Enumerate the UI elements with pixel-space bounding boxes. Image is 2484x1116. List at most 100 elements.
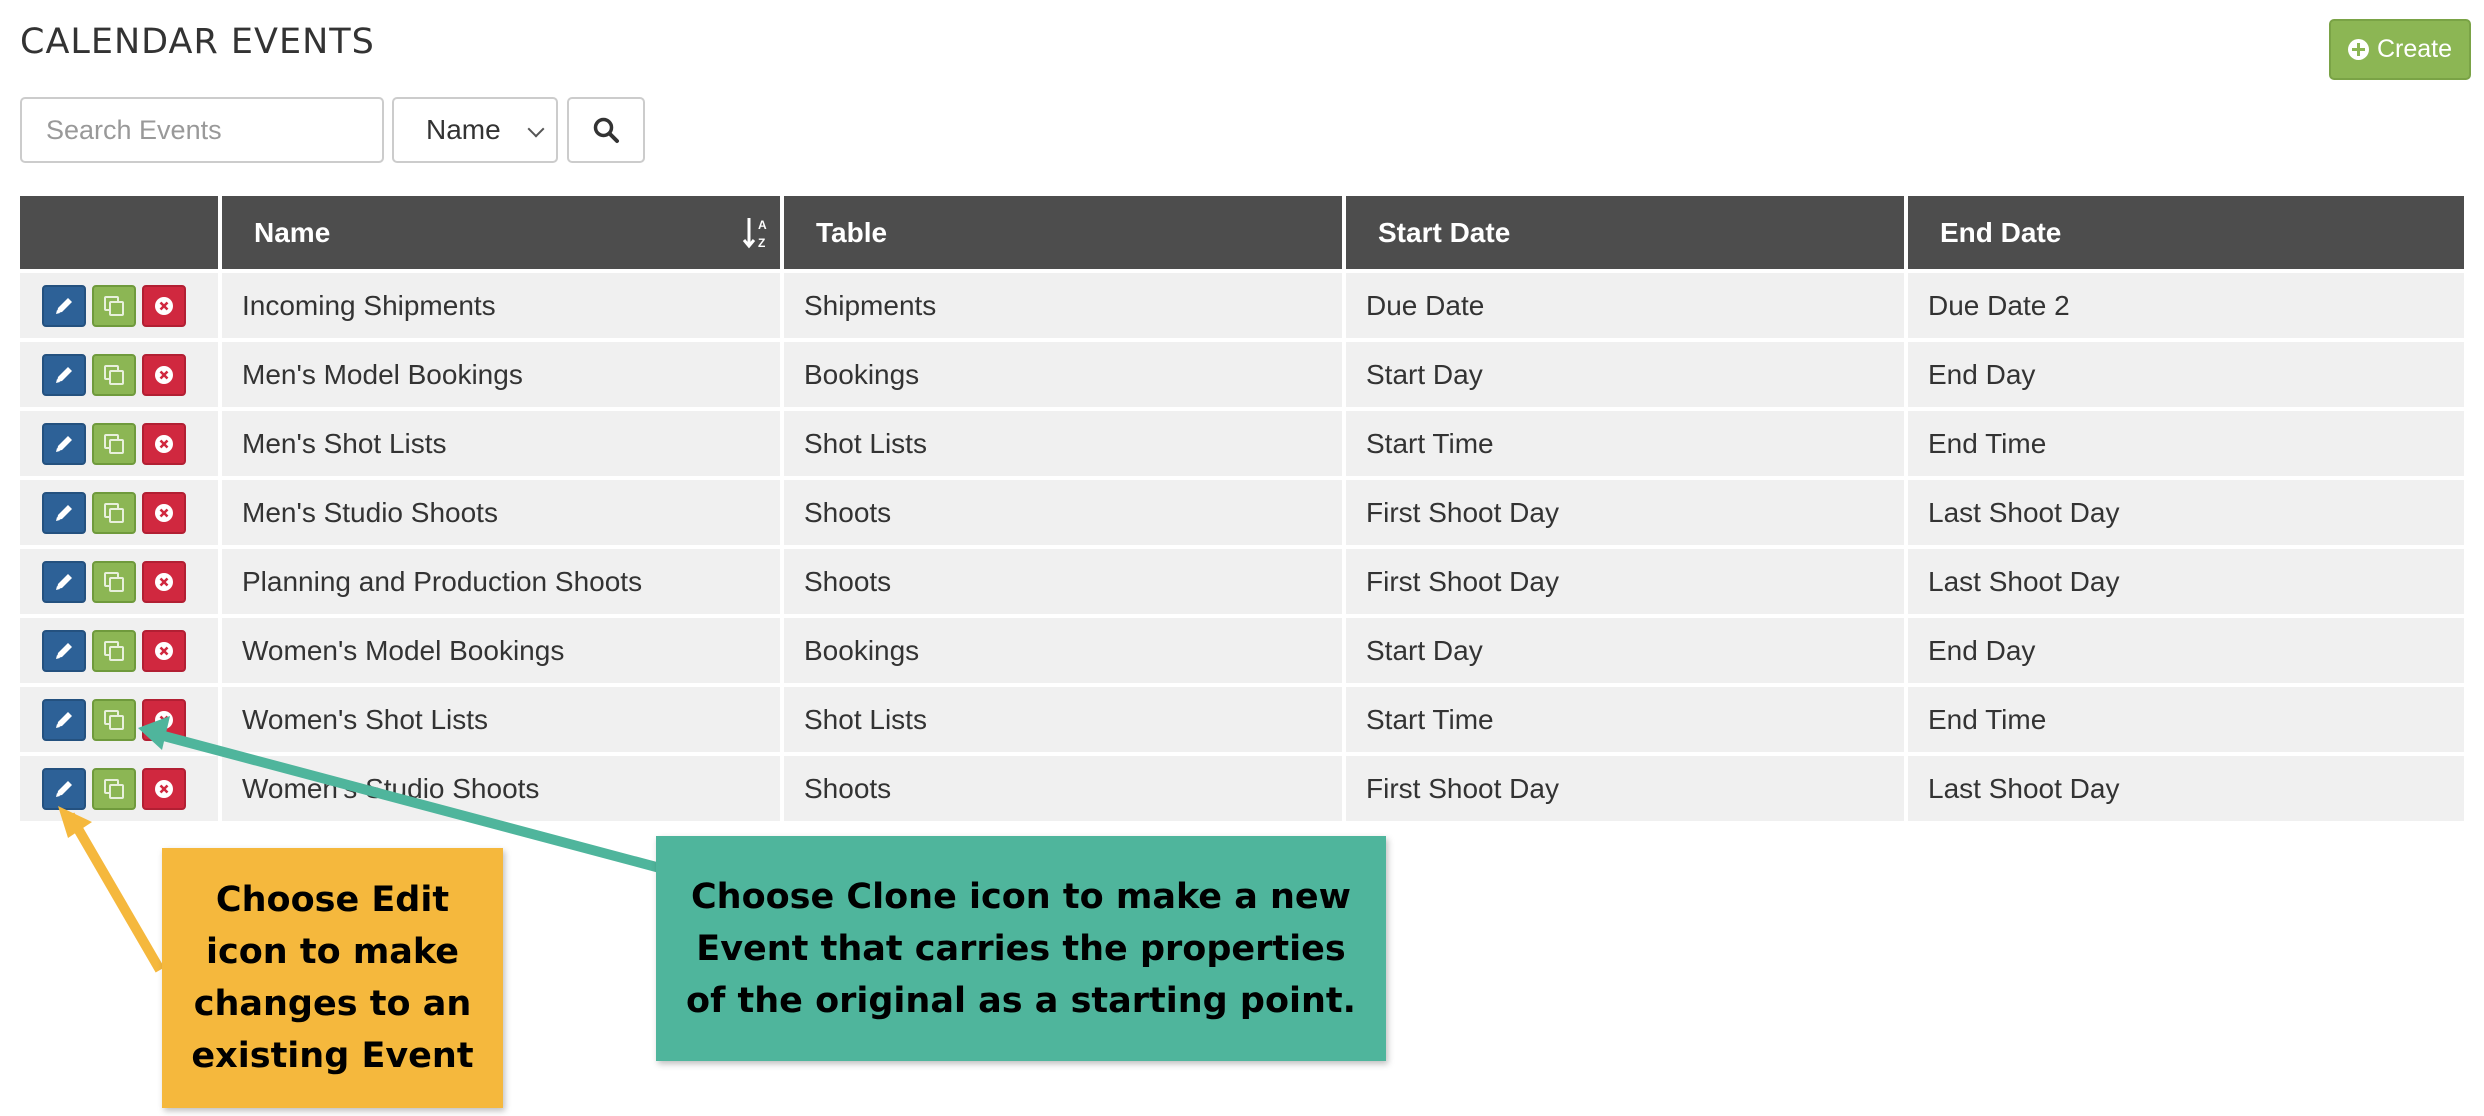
edit-button[interactable]	[42, 767, 86, 810]
edit-button[interactable]	[42, 284, 86, 327]
edit-button[interactable]	[42, 560, 86, 603]
delete-button[interactable]	[142, 767, 186, 810]
events-table: Name A Z Table Start Date End Date Incom…	[16, 192, 2468, 825]
clone-button[interactable]	[92, 422, 136, 465]
clone-icon	[104, 778, 124, 799]
create-button-label: Create	[2376, 35, 2453, 63]
create-button[interactable]: Create	[2329, 19, 2471, 80]
table-row: Planning and Production Shoots Shoots Firs…	[20, 549, 2464, 614]
cell-end-date: End Day	[1908, 618, 2464, 683]
cell-table: Shoots	[784, 549, 1342, 614]
column-header-label: Name	[254, 216, 331, 248]
delete-icon	[155, 779, 173, 798]
cell-start-date: First Shoot Day	[1346, 480, 1904, 545]
search-button[interactable]	[567, 97, 645, 163]
cell-name: Planning and Production Shoots	[222, 549, 780, 614]
edit-button[interactable]	[42, 629, 86, 672]
table-row: Women's Model Bookings Bookings Start Day E…	[20, 618, 2464, 683]
delete-button[interactable]	[142, 560, 186, 603]
cell-table: Bookings	[784, 618, 1342, 683]
clone-icon	[104, 502, 124, 523]
search-input[interactable]	[20, 97, 384, 163]
search-icon	[593, 117, 619, 143]
cell-end-date: End Time	[1908, 687, 2464, 752]
clone-button[interactable]	[92, 629, 136, 672]
cell-start-date: Due Date	[1346, 273, 1904, 338]
pencil-icon	[56, 573, 72, 590]
chevron-down-icon	[527, 120, 545, 138]
cell-start-date: First Shoot Day	[1346, 756, 1904, 821]
clone-icon	[104, 571, 124, 592]
cell-end-date: Last Shoot Day	[1908, 549, 2464, 614]
clone-button[interactable]	[92, 353, 136, 396]
column-header-start-date[interactable]: Start Date	[1346, 196, 1904, 269]
clone-button[interactable]	[92, 698, 136, 741]
row-actions	[20, 618, 218, 683]
row-actions	[20, 342, 218, 407]
delete-icon	[155, 503, 173, 522]
delete-button[interactable]	[142, 422, 186, 465]
cell-table: Shot Lists	[784, 411, 1342, 476]
column-header-table[interactable]: Table	[784, 196, 1342, 269]
delete-button[interactable]	[142, 284, 186, 327]
cell-table: Shipments	[784, 273, 1342, 338]
table-row: Men's Model Bookings Bookings Start Day End…	[20, 342, 2464, 407]
edit-button[interactable]	[42, 422, 86, 465]
edit-button[interactable]	[42, 698, 86, 741]
edit-button[interactable]	[42, 353, 86, 396]
column-header-end-date[interactable]: End Date	[1908, 196, 2464, 269]
plus-circle-icon	[2347, 39, 2369, 60]
cell-name: Men's Studio Shoots	[222, 480, 780, 545]
pencil-icon	[56, 711, 72, 728]
edit-button[interactable]	[42, 491, 86, 534]
cell-name: Women's Shot Lists	[222, 687, 780, 752]
cell-start-date: Start Time	[1346, 411, 1904, 476]
actions-column-header	[20, 196, 218, 269]
cell-name: Women's Studio Shoots	[222, 756, 780, 821]
delete-icon	[155, 710, 173, 729]
clone-icon	[104, 709, 124, 730]
row-actions	[20, 687, 218, 752]
clone-button[interactable]	[92, 491, 136, 534]
cell-end-date: Due Date 2	[1908, 273, 2464, 338]
pencil-icon	[56, 435, 72, 452]
row-actions	[20, 273, 218, 338]
cell-start-date: Start Day	[1346, 618, 1904, 683]
delete-button[interactable]	[142, 353, 186, 396]
pencil-icon	[56, 366, 72, 383]
search-field-select[interactable]: Name	[392, 97, 558, 163]
delete-icon	[155, 641, 173, 660]
edit-callout-arrow	[65, 812, 165, 973]
svg-text:A: A	[758, 218, 767, 232]
table-row: Women's Studio Shoots Shoots First Shoot D…	[20, 756, 2464, 821]
delete-icon	[155, 434, 173, 453]
cell-end-date: End Time	[1908, 411, 2464, 476]
sort-alpha-icon[interactable]: A Z	[742, 214, 772, 252]
clone-button[interactable]	[92, 560, 136, 603]
delete-icon	[155, 572, 173, 591]
clone-button[interactable]	[92, 284, 136, 327]
delete-button[interactable]	[142, 698, 186, 741]
pencil-icon	[56, 642, 72, 659]
pencil-icon	[56, 504, 72, 521]
pencil-icon	[56, 780, 72, 797]
table-header-row: Name A Z Table Start Date End Date	[20, 196, 2464, 269]
cell-name: Men's Model Bookings	[222, 342, 780, 407]
cell-start-date: Start Time	[1346, 687, 1904, 752]
cell-start-date: First Shoot Day	[1346, 549, 1904, 614]
clone-icon	[104, 640, 124, 661]
delete-button[interactable]	[142, 629, 186, 672]
clone-button[interactable]	[92, 767, 136, 810]
column-header-name[interactable]: Name A Z	[222, 196, 780, 269]
pencil-icon	[56, 297, 72, 314]
delete-icon	[155, 296, 173, 315]
cell-name: Men's Shot Lists	[222, 411, 780, 476]
delete-button[interactable]	[142, 491, 186, 534]
cell-end-date: Last Shoot Day	[1908, 756, 2464, 821]
cell-start-date: Start Day	[1346, 342, 1904, 407]
table-row: Men's Shot Lists Shot Lists Start Time End …	[20, 411, 2464, 476]
row-actions	[20, 411, 218, 476]
page-title: CALENDAR EVENTS	[20, 22, 375, 62]
table-row: Incoming Shipments Shipments Due Date Due D…	[20, 273, 2464, 338]
row-actions	[20, 480, 218, 545]
